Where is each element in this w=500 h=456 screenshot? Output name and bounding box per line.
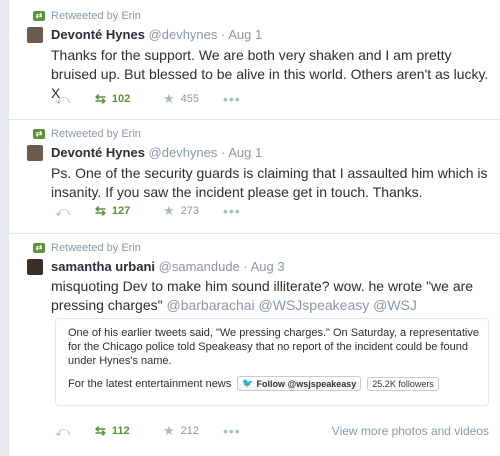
card-footer: For the latest entertainment news 🐦 Foll… — [68, 376, 439, 391]
retweet-button[interactable]: ⇆ 127 — [95, 203, 163, 219]
retweet-count: 127 — [111, 205, 131, 217]
retweet-icon: ⇆ — [95, 423, 106, 438]
avatar[interactable] — [27, 259, 43, 275]
tweet-header: Devonté Hynes @devhynes · Aug 1 — [51, 27, 262, 42]
tweet-actions: ⤺ ⇆ 102 ★ 455 ••• — [55, 91, 241, 108]
mention-link[interactable]: @WSJ — [373, 297, 417, 313]
star-icon: ★ — [163, 91, 175, 106]
fullname[interactable]: samantha urbani — [51, 259, 155, 274]
mention-link[interactable]: @WSJspeakeasy — [259, 297, 370, 313]
star-icon: ★ — [163, 203, 175, 218]
handle[interactable]: @devhynes — [149, 145, 218, 160]
reply-icon[interactable]: ⤺ — [55, 91, 95, 108]
retweet-icon: ⇄ — [33, 11, 45, 21]
tweet-header: Devonté Hynes @devhynes · Aug 1 — [51, 145, 262, 160]
card-body: One of his earlier tweets said, "We pres… — [68, 327, 479, 367]
reply-icon[interactable]: ⤺ — [55, 423, 95, 440]
tweet-actions: ⤺ ⇆ 112 ★ 212 ••• — [55, 423, 241, 440]
favorite-count: 212 — [180, 425, 200, 437]
favorite-button[interactable]: ★ 455 — [163, 91, 223, 107]
separator: · — [239, 259, 251, 274]
timestamp[interactable]: Aug 3 — [251, 259, 285, 274]
more-icon[interactable]: ••• — [223, 203, 241, 219]
separator: · — [217, 27, 229, 42]
timestamp[interactable]: Aug 1 — [228, 145, 262, 160]
follow-button[interactable]: 🐦 Follow @wsjspeakeasy — [237, 376, 362, 391]
separator: · — [217, 145, 229, 160]
follow-button-label: Follow @wsjspeakeasy — [256, 378, 357, 389]
retweet-icon: ⇆ — [95, 91, 106, 106]
retweet-count: 112 — [111, 425, 130, 437]
retweeted-by-label[interactable]: Retweeted by Erin — [51, 128, 141, 140]
avatar[interactable] — [27, 27, 43, 43]
retweet-count: 102 — [111, 93, 131, 105]
favorite-count: 455 — [180, 93, 200, 105]
retweet-button[interactable]: ⇆ 102 — [95, 91, 163, 107]
reply-icon[interactable]: ⤺ — [55, 203, 95, 220]
view-more-media-link[interactable]: View more photos and videos — [332, 424, 489, 438]
handle[interactable]: @samandude — [159, 259, 240, 274]
mention-link[interactable]: @barbarachai — [166, 297, 254, 313]
timestamp[interactable]: Aug 1 — [228, 27, 262, 42]
card-footer-text: For the latest entertainment news — [68, 377, 232, 390]
tweet-text: misquoting Dev to make him sound illiter… — [51, 277, 491, 315]
twitter-bird-icon: 🐦 — [242, 378, 254, 388]
retweet-context: ⇄ Retweeted by Erin — [33, 242, 141, 254]
retweeted-by-label[interactable]: Retweeted by Erin — [51, 10, 141, 22]
favorite-button[interactable]: ★ 273 — [163, 203, 223, 219]
retweet-context: ⇄ Retweeted by Erin — [33, 10, 141, 22]
star-icon: ★ — [163, 423, 175, 438]
retweet-button[interactable]: ⇆ 112 — [95, 423, 163, 439]
fullname[interactable]: Devonté Hynes — [51, 145, 145, 160]
avatar[interactable] — [27, 145, 43, 161]
tweet-2[interactable]: ⇄ Retweeted by Erin Devonté Hynes @devhy… — [9, 120, 500, 234]
handle[interactable]: @devhynes — [149, 27, 218, 42]
embedded-card[interactable]: One of his earlier tweets said, "We pres… — [55, 318, 489, 406]
tweet-header: samantha urbani @samandude · Aug 3 — [51, 259, 285, 274]
retweet-icon: ⇄ — [33, 243, 45, 253]
retweet-icon: ⇆ — [95, 203, 106, 218]
fullname[interactable]: Devonté Hynes — [51, 27, 145, 42]
tweet-1[interactable]: ⇄ Retweeted by Erin Devonté Hynes @devhy… — [9, 0, 500, 120]
retweeted-by-label[interactable]: Retweeted by Erin — [51, 242, 141, 254]
more-icon[interactable]: ••• — [223, 423, 241, 439]
tweet-actions: ⤺ ⇆ 127 ★ 273 ••• — [55, 203, 241, 220]
followers-count[interactable]: 25.2K followers — [367, 376, 439, 391]
timeline: ⇄ Retweeted by Erin Devonté Hynes @devhy… — [8, 0, 500, 456]
retweet-context: ⇄ Retweeted by Erin — [33, 128, 141, 140]
retweet-icon: ⇄ — [33, 129, 45, 139]
favorite-count: 273 — [180, 205, 200, 217]
more-icon[interactable]: ••• — [223, 91, 241, 107]
tweet-text: Ps. One of the security guards is claimi… — [51, 165, 488, 200]
favorite-button[interactable]: ★ 212 — [163, 423, 223, 439]
